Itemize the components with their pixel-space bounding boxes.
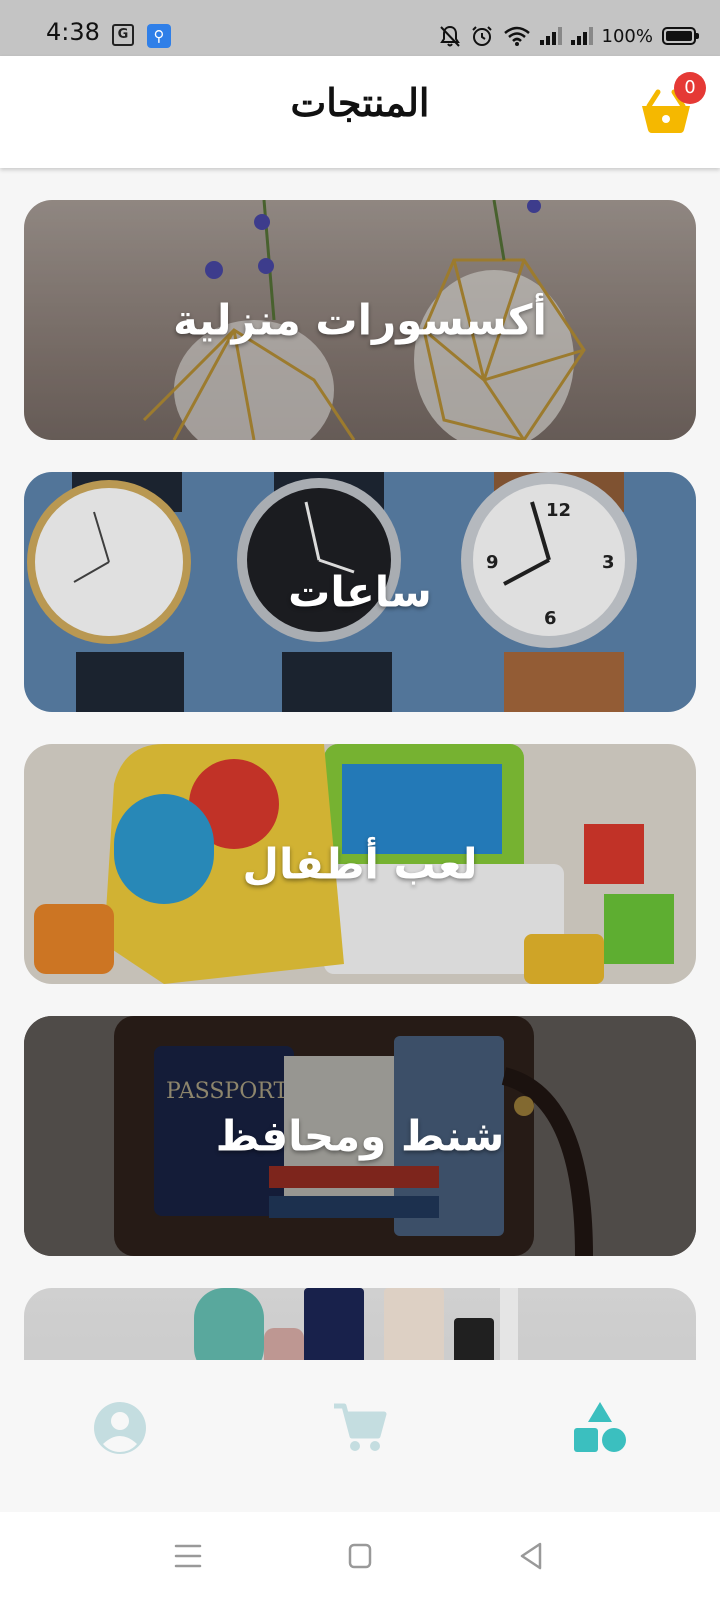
category-card-home-accessories[interactable]: أكسسورات منزلية [24,200,696,440]
category-card-toys[interactable]: لعب أطفال [24,744,696,984]
translate-icon: G [112,24,134,46]
nav-cart-button[interactable] [330,1398,390,1458]
cart-count-badge: 0 [674,72,706,104]
profile-icon [94,1402,146,1454]
category-label: ساعات [288,567,432,617]
home-icon [348,1543,372,1569]
status-icons: 100% [439,22,699,50]
status-time: 4:38 [46,18,100,46]
category-label: لعب أطفال [242,839,478,889]
usb-icon: ⚲ [147,24,171,48]
battery-fill [666,31,692,41]
menu-icon [174,1544,202,1568]
nav-categories-button[interactable] [570,1398,630,1458]
categories-icon [574,1402,626,1452]
category-card-bags-wallets[interactable]: PASSPORT شنط ومحافظ [24,1016,696,1256]
system-home-button[interactable] [342,1538,378,1574]
signal-icon [570,27,593,45]
category-label: شنط ومحافظ [215,1111,505,1161]
system-menu-button[interactable] [170,1538,206,1574]
category-card-perfumes[interactable] [24,1288,696,1360]
status-bar: 4:38 G ⚲ 100% [0,0,720,56]
mute-icon [439,25,460,47]
system-back-button[interactable] [514,1538,550,1574]
category-card-watches[interactable]: 12 3 9 6 ساعات [24,472,696,712]
battery-icon [662,27,699,45]
nav-profile-button[interactable] [90,1398,150,1458]
bottom-navigation [0,1360,720,1512]
category-label: أكسسورات منزلية [173,295,547,345]
page-title: المنتجات [290,80,430,125]
battery-percent: 100% [601,25,653,47]
app-header: المنتجات [0,56,720,168]
back-icon [520,1542,542,1570]
alarm-icon [471,26,492,46]
signal-icon [539,27,562,45]
wifi-icon [503,26,530,46]
cart-icon [334,1403,387,1451]
system-navigation [0,1512,720,1600]
category-list: أكسسورات منزلية 12 3 9 6 ساعات لعب أطفال… [0,168,720,1360]
